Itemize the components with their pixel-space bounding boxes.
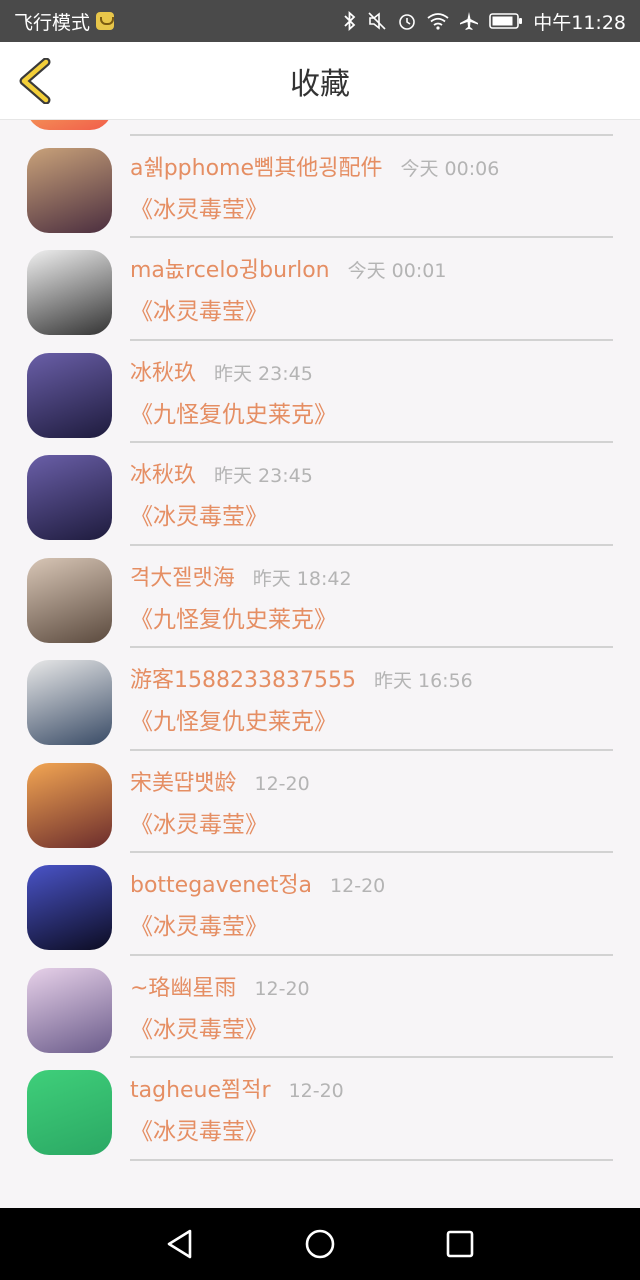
name-line: tagheue쬠적r 12-20 [130, 1072, 614, 1104]
book-title[interactable]: 《冰灵毒莹》 [130, 292, 268, 326]
avatar[interactable] [27, 865, 112, 950]
mute-icon [368, 12, 386, 30]
timestamp: 今天 00:06 [400, 157, 500, 180]
book-title[interactable]: 《冰灵毒莹》 [130, 1010, 268, 1044]
avatar[interactable] [27, 147, 112, 233]
battery-icon [489, 13, 523, 29]
avatar[interactable] [27, 660, 112, 745]
airplane-mode-label: 飞行模式 [14, 11, 91, 34]
list-item[interactable]: 冰秋玖 昨天 23:45 《冰灵毒莹》 [0, 445, 640, 548]
timestamp: 今天 00:01 [347, 260, 447, 282]
nav-back-button[interactable] [150, 1214, 210, 1274]
user-name: 宋美땹뱻龄 [130, 770, 237, 796]
back-chevron-icon [19, 57, 51, 105]
book-title[interactable]: 《冰灵毒莹》 [130, 190, 268, 224]
avatar[interactable] [27, 455, 112, 540]
divider [130, 748, 613, 751]
divider [130, 441, 613, 443]
name-line: 游客1588233837555 昨天 16:56 [130, 662, 614, 694]
name-line: 宋美땹뱻龄 12-20 [130, 765, 614, 797]
user-name: 游客1588233837555 [130, 668, 356, 693]
avatar[interactable] [27, 120, 112, 130]
user-name: a쉙pphome뼴其他굉配件 [130, 155, 383, 181]
timestamp: 12-20 [330, 875, 386, 897]
book-title[interactable]: 《九怪复仇史莱克》 [130, 120, 337, 121]
book-title[interactable]: 《九怪复仇史莱克》 [130, 702, 337, 736]
avatar[interactable] [27, 1070, 112, 1155]
airplane-icon [460, 12, 479, 30]
name-line: ~珞幽星雨 12-20 [130, 970, 614, 1002]
avatar[interactable] [27, 557, 112, 643]
user-name: bottegavenet정a [130, 873, 313, 898]
wifi-icon [427, 13, 449, 30]
book-title[interactable]: 《冰灵毒莹》 [130, 497, 268, 531]
name-line: 격大젵랫海 昨天 18:42 [130, 560, 614, 592]
recents-square-icon [446, 1230, 474, 1258]
header: 收藏 [0, 42, 640, 120]
name-line: 冰秋玖 昨天 23:45 [130, 457, 614, 489]
notification-emoji-icon [96, 12, 115, 30]
timestamp: 12-20 [254, 772, 310, 795]
divider [130, 338, 613, 341]
list-item[interactable]: tagheue쬠적r 12-20 《冰灵毒莹》 [0, 1060, 640, 1163]
divider [130, 133, 613, 136]
page-title: 收藏 [290, 66, 350, 102]
list-item[interactable]: 宋美땹뱻龄 12-20 《冰灵毒莹》 [0, 753, 640, 856]
book-title[interactable]: 《九怪复仇史莱克》 [130, 395, 337, 429]
home-circle-icon [305, 1229, 335, 1259]
book-title[interactable]: 《冰灵毒莹》 [130, 1112, 268, 1146]
user-name: tagheue쬠적r [130, 1078, 271, 1103]
user-name: ~珞幽星雨 [130, 975, 237, 1001]
bluetooth-icon [344, 11, 356, 31]
avatar[interactable] [27, 352, 112, 438]
clock-text: 中午11:28 [533, 11, 626, 34]
timestamp: 12-20 [288, 1080, 344, 1102]
book-title[interactable]: 《冰灵毒莹》 [130, 805, 268, 839]
avatar[interactable] [27, 967, 112, 1053]
divider [130, 1158, 613, 1161]
book-title[interactable]: 《冰灵毒莹》 [130, 907, 268, 941]
user-name: 격大젵랫海 [130, 565, 235, 591]
divider [130, 236, 613, 238]
divider [130, 646, 613, 648]
timestamp: 昨天 23:45 [214, 465, 313, 487]
divider [130, 953, 613, 956]
user-name: 冰秋玖 [130, 463, 197, 488]
name-line: 冰秋玖 昨天 23:45 [130, 355, 614, 387]
favorites-list[interactable]: 5 lldu已lr夏lnklelll今天 00:08《九怪复仇史莱克》a쉙pph… [0, 120, 640, 1208]
back-triangle-icon [167, 1229, 192, 1259]
timestamp: 昨天 16:56 [373, 670, 473, 692]
list-item[interactable]: bottegavenet정a 12-20 《冰灵毒莹》 [0, 855, 640, 958]
nav-recents-button[interactable] [430, 1214, 490, 1274]
status-left: 飞行模式 [14, 8, 115, 35]
list-item[interactable]: a쉙pphome뼴其他굉配件 今天 00:06 《冰灵毒莹》 [0, 138, 640, 241]
list-item[interactable]: 游客1588233837555 昨天 16:56 《九怪复仇史莱克》 [0, 650, 640, 753]
status-right: 中午11:28 [343, 8, 626, 35]
user-name: ma놊rcelo귕burlon [130, 258, 330, 283]
list-item[interactable]: 冰秋玖 昨天 23:45 《九怪复仇史莱克》 [0, 343, 640, 446]
list-item[interactable]: ma놊rcelo귕burlon 今天 00:01 《冰灵毒莹》 [0, 240, 640, 343]
divider [130, 851, 613, 853]
avatar[interactable] [27, 250, 112, 335]
book-title[interactable]: 《九怪复仇史莱克》 [130, 600, 337, 634]
divider [130, 1056, 613, 1058]
timestamp: 昨天 18:42 [252, 567, 352, 590]
system-nav-bar [0, 1208, 640, 1280]
back-button[interactable] [16, 57, 56, 105]
alarm-icon [399, 14, 416, 30]
user-name: 冰秋玖 [130, 360, 197, 386]
name-line: bottegavenet정a 12-20 [130, 867, 614, 899]
timestamp: 昨天 23:45 [214, 362, 313, 385]
list-item[interactable]: 5 lldu已lr夏lnklelll今天 00:08《九怪复仇史莱克》 [0, 120, 640, 138]
favorites-list-inner: 5 lldu已lr夏lnklelll今天 00:08《九怪复仇史莱克》a쉙pph… [0, 120, 640, 1163]
avatar[interactable] [27, 762, 112, 848]
status-bar: 飞行模式 中午11:28 [0, 0, 640, 42]
timestamp: 12-20 [254, 977, 310, 1000]
list-item[interactable]: 격大젵랫海 昨天 18:42 《九怪复仇史莱克》 [0, 548, 640, 651]
nav-home-button[interactable] [290, 1214, 350, 1274]
divider [130, 543, 613, 546]
name-line: a쉙pphome뼴其他굉配件 今天 00:06 [130, 150, 614, 182]
name-line: ma놊rcelo귕burlon 今天 00:01 [130, 252, 614, 284]
list-item[interactable]: ~珞幽星雨 12-20 《冰灵毒莹》 [0, 958, 640, 1061]
